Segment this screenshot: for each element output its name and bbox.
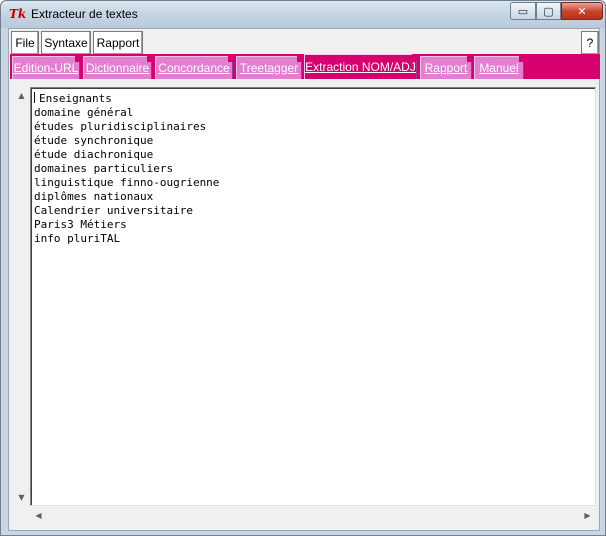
scroll-right-arrow-icon[interactable]: ▶	[579, 507, 596, 524]
tab-extraction-nom-adj[interactable]: Extraction NOM/ADJ	[304, 54, 417, 79]
close-icon: ✕	[577, 4, 587, 18]
editor-line: Enseignants	[34, 92, 592, 106]
editor-panel: ▲ ▼ Enseignants domaine général études p…	[10, 80, 599, 530]
editor-line: domaine général	[34, 106, 134, 119]
scroll-down-arrow-icon[interactable]: ▼	[13, 489, 30, 506]
tab-strip: Edition-URL Dictionnaire Concordance Tre…	[10, 54, 600, 79]
menu-bar: File Syntaxe Rapport ?	[11, 31, 599, 55]
menu-syntaxe-button[interactable]: Syntaxe	[41, 31, 91, 55]
scroll-up-arrow-icon[interactable]: ▲	[13, 87, 30, 104]
tab-edition-url[interactable]: Edition-URL	[12, 56, 80, 79]
horizontal-scrollbar[interactable]: ◀ ▶	[30, 507, 596, 524]
editor-line: diplômes nationaux	[34, 190, 154, 203]
maximize-button[interactable]: ▢	[536, 2, 561, 20]
menu-rapport-button[interactable]: Rapport	[93, 31, 143, 55]
help-button[interactable]: ?	[581, 31, 599, 55]
tab-rapport[interactable]: Rapport	[420, 56, 472, 79]
minimize-icon: ▭	[517, 4, 529, 18]
tab-manuel[interactable]: Manuel	[474, 56, 524, 79]
editor-line: Calendrier universitaire	[34, 204, 193, 217]
editor-line: info pluriTAL	[34, 232, 121, 245]
tab-treetagger[interactable]: Treetagger	[236, 56, 302, 79]
editor-line: domaines particuliers	[34, 162, 174, 175]
window-title: Extracteur de textes	[31, 7, 138, 21]
tab-dictionnaire[interactable]: Dictionnaire	[83, 56, 152, 79]
editor-line: linguistique finno-ougrienne	[34, 176, 220, 189]
tk-logo-icon: Tk	[9, 7, 27, 21]
tab-concordance[interactable]: Concordance	[155, 56, 233, 79]
text-caret	[34, 92, 35, 103]
editor-line: étude diachronique	[34, 148, 154, 161]
client-area: File Syntaxe Rapport ? Edition-URL Dicti…	[8, 28, 600, 531]
editor-line: étude synchronique	[34, 134, 154, 147]
app-window: Tk Extracteur de textes ▭ ▢ ✕ File Synta…	[0, 0, 606, 536]
editor-line-text: Enseignants	[39, 92, 112, 105]
vertical-scrollbar[interactable]: ▲ ▼	[13, 87, 30, 506]
editor-line: études pluridisciplinaires	[34, 120, 207, 133]
title-bar[interactable]: Tk Extracteur de textes ▭ ▢ ✕	[1, 1, 605, 28]
close-button[interactable]: ✕	[561, 2, 603, 20]
scroll-left-arrow-icon[interactable]: ◀	[30, 507, 47, 524]
maximize-icon: ▢	[543, 4, 554, 18]
minimize-button[interactable]: ▭	[510, 2, 536, 20]
menu-file-button[interactable]: File	[11, 31, 39, 55]
editor-line: Paris3 Métiers	[34, 218, 127, 231]
text-editor[interactable]: Enseignants domaine général études pluri…	[30, 87, 596, 506]
